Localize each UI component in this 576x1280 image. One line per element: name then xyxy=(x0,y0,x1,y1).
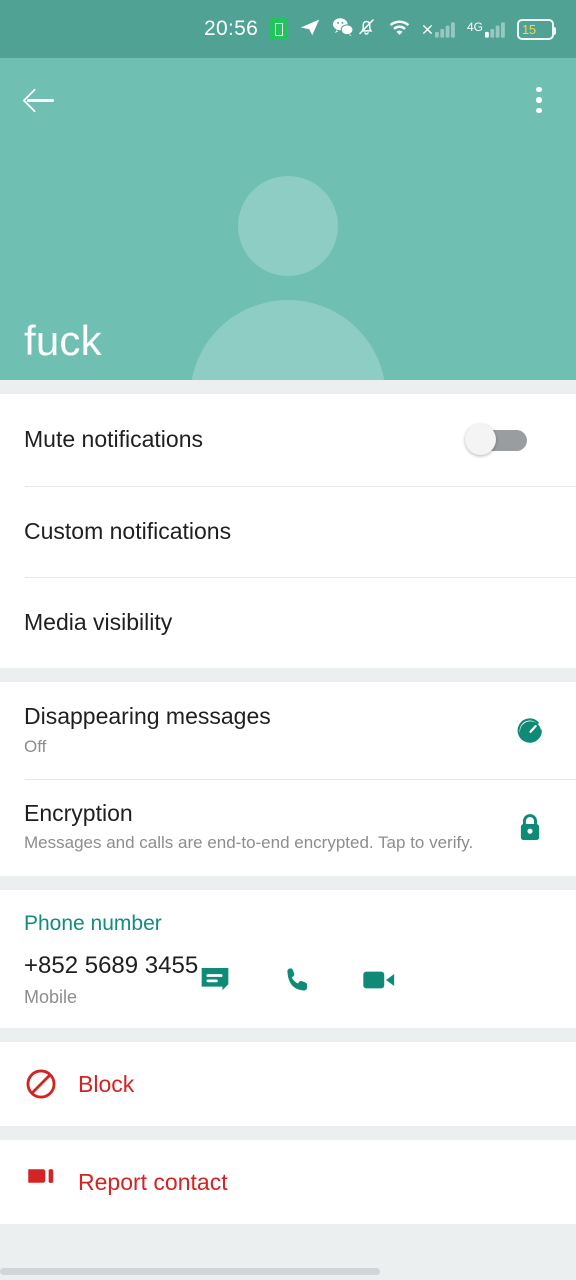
bell-muted-icon xyxy=(356,16,377,42)
battery-level: 15 xyxy=(522,21,536,37)
mute-notifications-toggle[interactable] xyxy=(465,424,527,455)
signal-4g-icon: 4G xyxy=(467,20,506,38)
mute-notifications-label: Mute notifications xyxy=(24,426,203,453)
disappearing-messages-value: Off xyxy=(24,736,47,756)
status-bar-right: 4G 15 xyxy=(356,16,556,42)
phone-card: Phone number +852 5689 3455 Mobile xyxy=(0,890,576,1029)
privacy-card: Disappearing messages Off Encryption Mes… xyxy=(0,682,576,877)
avatar-body-icon xyxy=(190,300,386,380)
wechat-icon xyxy=(332,17,354,42)
row-encryption[interactable]: Encryption Messages and calls are end-to… xyxy=(0,780,576,876)
media-visibility-label: Media visibility xyxy=(24,609,173,636)
timer-icon xyxy=(508,715,552,746)
battery-saver-icon xyxy=(269,18,289,40)
wifi-icon xyxy=(388,17,411,42)
section-gap xyxy=(0,380,576,394)
encryption-label: Encryption xyxy=(24,800,133,826)
section-gap xyxy=(0,1126,576,1141)
row-block[interactable]: Block xyxy=(0,1042,576,1126)
disappearing-messages-label: Disappearing messages xyxy=(24,703,271,730)
overflow-menu-icon[interactable] xyxy=(526,83,552,117)
status-bar-left: 20:56 xyxy=(204,16,354,43)
message-icon[interactable] xyxy=(198,963,232,997)
report-contact-label: Report contact xyxy=(78,1168,228,1195)
section-gap xyxy=(0,876,576,891)
battery-icon: 15 xyxy=(517,18,556,40)
block-label: Block xyxy=(78,1070,135,1097)
row-custom-notifications[interactable]: Custom notifications xyxy=(0,487,576,577)
phone-actions xyxy=(198,963,396,997)
block-card: Block xyxy=(0,1042,576,1127)
report-card: Report contact xyxy=(0,1140,576,1225)
report-icon xyxy=(24,1165,78,1199)
contact-header: fuck xyxy=(0,58,576,380)
header-toolbar xyxy=(0,58,576,142)
horizontal-scrollbar[interactable] xyxy=(0,1268,380,1275)
contact-info-screen: 20:56 4G 15 fuck Mute notifications Cust… xyxy=(0,0,576,1280)
section-gap xyxy=(0,668,576,682)
call-icon[interactable] xyxy=(280,963,314,997)
row-media-visibility[interactable]: Media visibility xyxy=(0,578,576,668)
video-call-icon[interactable] xyxy=(362,963,396,997)
lock-icon xyxy=(508,811,552,843)
phone-number-value: +852 5689 3455 xyxy=(24,952,199,980)
telegram-icon xyxy=(299,16,321,43)
section-gap xyxy=(0,1028,576,1043)
status-bar: 20:56 4G 15 xyxy=(0,0,576,58)
avatar-head-icon xyxy=(238,176,338,276)
phone-number-type: Mobile xyxy=(24,987,78,1008)
avatar[interactable] xyxy=(190,170,386,380)
phone-number-label: Phone number xyxy=(24,912,162,936)
row-disappearing-messages[interactable]: Disappearing messages Off xyxy=(0,682,576,779)
row-report-contact[interactable]: Report contact xyxy=(0,1140,576,1224)
row-mute-notifications[interactable]: Mute notifications xyxy=(0,394,576,486)
notifications-card: Mute notifications Custom notifications … xyxy=(0,394,576,668)
encryption-description: Messages and calls are end-to-end encryp… xyxy=(24,833,474,853)
status-time: 20:56 xyxy=(204,17,259,40)
block-icon xyxy=(24,1067,78,1101)
custom-notifications-label: Custom notifications xyxy=(24,518,232,545)
signal-no-service-icon xyxy=(422,20,456,38)
contact-name: fuck xyxy=(24,317,102,364)
back-icon[interactable] xyxy=(24,83,58,117)
toggle-knob xyxy=(465,424,496,455)
phone-number-row[interactable]: +852 5689 3455 Mobile xyxy=(24,952,552,1008)
